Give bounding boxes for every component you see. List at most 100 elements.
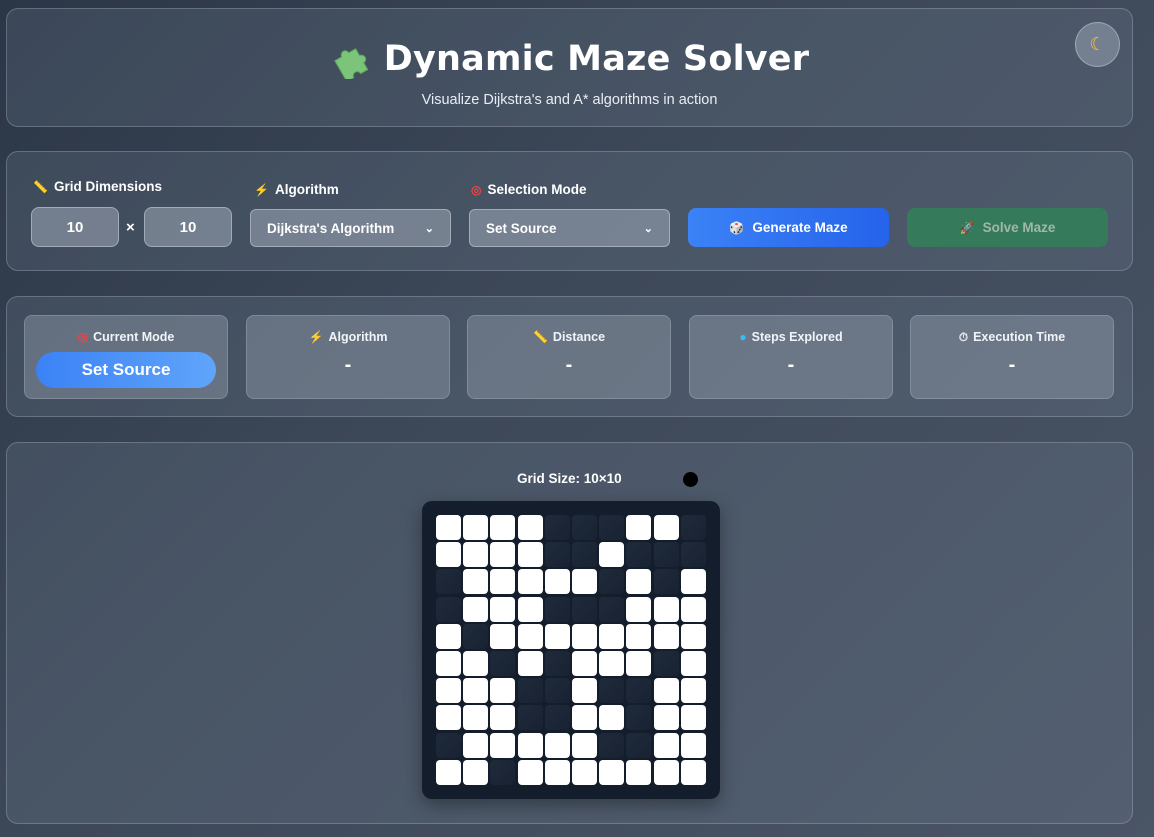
maze-cell-open[interactable] [653,623,679,649]
maze-cell-open[interactable] [680,651,706,676]
maze-cell-wall[interactable] [544,542,570,568]
maze-cell-open[interactable] [626,651,652,676]
maze-cell-wall[interactable] [599,678,625,704]
maze-cell-open[interactable] [680,759,706,785]
maze-cell-wall[interactable] [436,596,461,622]
maze-cell-open[interactable] [517,732,543,758]
maze-cell-open[interactable] [490,623,516,649]
maze-cell-open[interactable] [436,705,461,731]
cols-input[interactable] [144,207,232,247]
maze-cell-wall[interactable] [680,515,706,540]
maze-cell-wall[interactable] [626,542,652,568]
maze-cell-wall[interactable] [626,678,652,704]
maze-cell-wall[interactable] [490,759,516,785]
maze-cell-open[interactable] [653,759,679,785]
maze-cell-wall[interactable] [653,651,679,676]
maze-cell-wall[interactable] [544,705,570,731]
maze-cell-wall[interactable] [653,569,679,595]
maze-cell-open[interactable] [572,651,597,676]
maze-cell-wall[interactable] [572,542,597,568]
maze-cell-wall[interactable] [544,678,570,704]
maze-cell-open[interactable] [436,759,461,785]
maze-cell-open[interactable] [517,759,543,785]
maze-cell-open[interactable] [626,515,652,540]
maze-cell-wall[interactable] [517,705,543,731]
maze-cell-wall[interactable] [653,542,679,568]
maze-cell-open[interactable] [436,515,461,540]
maze-cell-wall[interactable] [544,596,570,622]
maze-cell-open[interactable] [626,623,652,649]
maze-cell-open[interactable] [680,678,706,704]
maze-cell-open[interactable] [544,732,570,758]
rows-input[interactable] [31,207,119,247]
maze-cell-open[interactable] [599,651,625,676]
maze-cell-open[interactable] [599,705,625,731]
maze-cell-open[interactable] [680,569,706,595]
maze-cell-open[interactable] [544,623,570,649]
maze-cell-open[interactable] [490,732,516,758]
maze-cell-open[interactable] [572,623,597,649]
maze-cell-open[interactable] [436,542,461,568]
solve-maze-button[interactable]: 🚀 Solve Maze [907,208,1108,247]
maze-cell-open[interactable] [626,759,652,785]
maze-cell-wall[interactable] [680,542,706,568]
maze-cell-open[interactable] [572,759,597,785]
maze-cell-open[interactable] [626,569,652,595]
maze-cell-open[interactable] [653,678,679,704]
maze-cell-wall[interactable] [436,732,461,758]
maze-cell-open[interactable] [490,569,516,595]
maze-cell-open[interactable] [463,651,489,676]
maze-grid[interactable] [422,501,720,799]
maze-cell-open[interactable] [463,732,489,758]
maze-cell-open[interactable] [680,623,706,649]
maze-cell-open[interactable] [436,623,461,649]
maze-cell-open[interactable] [572,678,597,704]
maze-cell-open[interactable] [680,705,706,731]
maze-cell-open[interactable] [653,596,679,622]
maze-cell-open[interactable] [490,542,516,568]
maze-cell-open[interactable] [680,596,706,622]
maze-cell-open[interactable] [490,705,516,731]
maze-cell-open[interactable] [599,759,625,785]
maze-cell-open[interactable] [517,542,543,568]
maze-cell-wall[interactable] [599,732,625,758]
maze-cell-open[interactable] [436,678,461,704]
maze-cell-wall[interactable] [544,515,570,540]
maze-cell-open[interactable] [599,542,625,568]
maze-cell-wall[interactable] [572,515,597,540]
maze-cell-open[interactable] [572,732,597,758]
maze-cell-wall[interactable] [599,596,625,622]
maze-cell-open[interactable] [544,759,570,785]
maze-cell-open[interactable] [463,569,489,595]
maze-cell-open[interactable] [463,705,489,731]
algorithm-select[interactable]: Dijkstra's Algorithm ⌄ [250,209,451,247]
maze-cell-wall[interactable] [463,623,489,649]
maze-cell-open[interactable] [463,678,489,704]
maze-cell-open[interactable] [517,651,543,676]
maze-cell-open[interactable] [490,678,516,704]
generate-maze-button[interactable]: 🎲 Generate Maze [688,208,889,247]
maze-cell-open[interactable] [436,651,461,676]
maze-cell-wall[interactable] [490,651,516,676]
maze-cell-open[interactable] [653,705,679,731]
maze-cell-open[interactable] [653,732,679,758]
maze-cell-wall[interactable] [599,515,625,540]
maze-cell-open[interactable] [463,759,489,785]
maze-cell-open[interactable] [463,542,489,568]
maze-cell-open[interactable] [599,623,625,649]
maze-cell-open[interactable] [572,705,597,731]
maze-cell-open[interactable] [572,569,597,595]
maze-cell-open[interactable] [517,515,543,540]
maze-cell-open[interactable] [680,732,706,758]
maze-cell-open[interactable] [463,596,489,622]
maze-cell-wall[interactable] [626,705,652,731]
maze-cell-wall[interactable] [436,569,461,595]
maze-cell-wall[interactable] [517,678,543,704]
maze-cell-open[interactable] [490,515,516,540]
maze-cell-open[interactable] [517,569,543,595]
maze-cell-open[interactable] [463,515,489,540]
maze-cell-open[interactable] [544,569,570,595]
maze-cell-open[interactable] [626,596,652,622]
maze-cell-open[interactable] [490,596,516,622]
maze-cell-wall[interactable] [599,569,625,595]
